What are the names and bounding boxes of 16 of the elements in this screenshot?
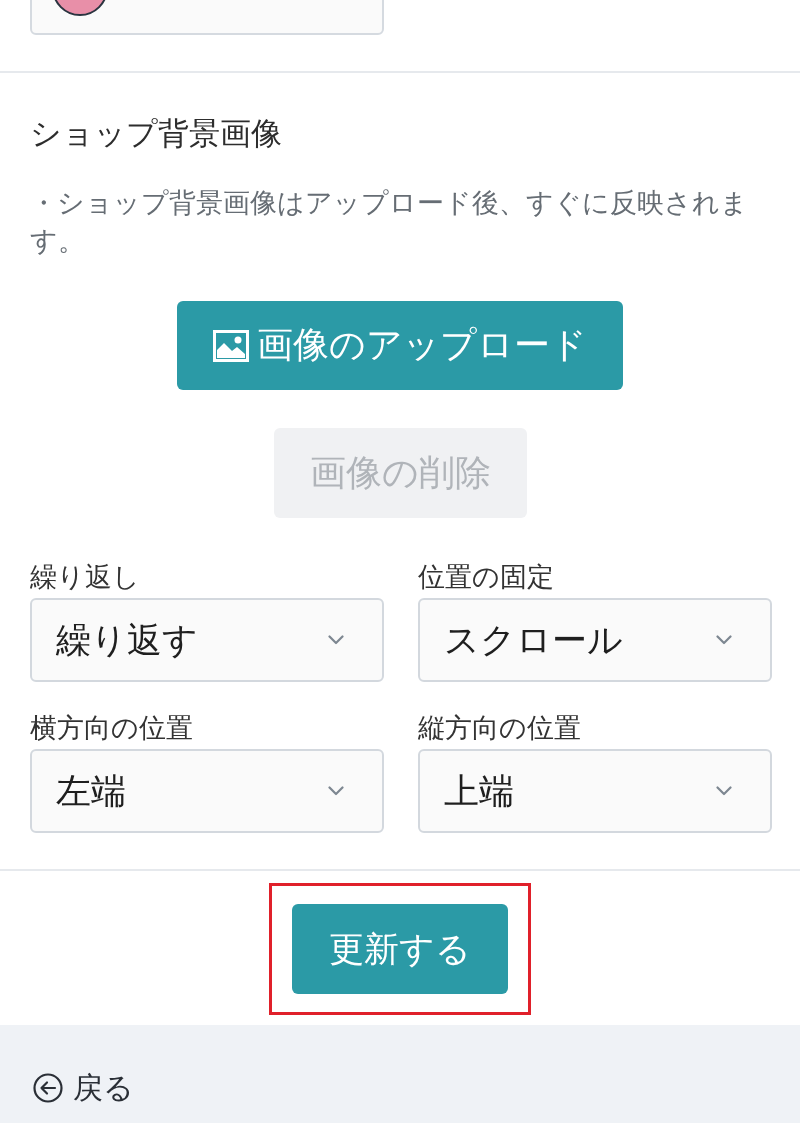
- back-link[interactable]: 戻る: [33, 1070, 134, 1106]
- field-label: 繰り返し: [30, 561, 141, 593]
- select-field[interactable]: スクロール: [418, 598, 772, 682]
- chevron-down-icon: [716, 635, 732, 645]
- chevron-down-icon: [716, 786, 732, 796]
- chevron-down-icon: [328, 635, 344, 645]
- select-field[interactable]: 上端: [418, 749, 772, 833]
- field-label: 縦方向の位置: [418, 712, 582, 744]
- image-icon: [213, 329, 249, 362]
- field-label: 横方向の位置: [30, 712, 194, 744]
- select-field[interactable]: 左端: [30, 749, 384, 833]
- section-title: ショップ背景画像: [30, 114, 283, 153]
- chevron-down-icon: [328, 786, 344, 796]
- select-field[interactable]: 繰り返す: [30, 598, 384, 682]
- field-label: 位置の固定: [418, 561, 555, 593]
- note-text: ・ショップ背景画像はアップロード後、すぐに反映されます。: [30, 186, 749, 258]
